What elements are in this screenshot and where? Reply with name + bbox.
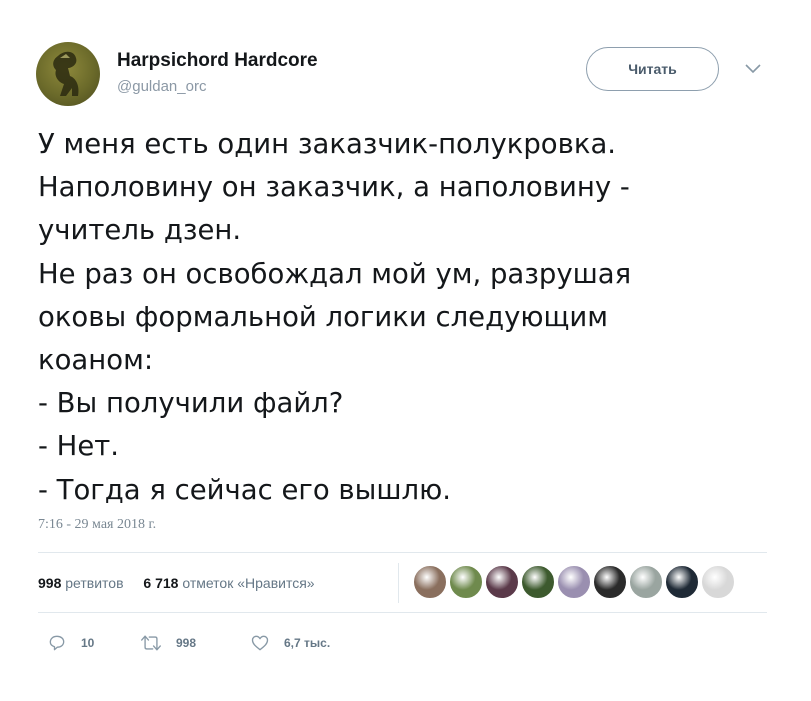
retweet-count: 998	[176, 636, 197, 650]
reply-icon	[49, 635, 65, 651]
liker-avatar[interactable]	[593, 565, 627, 599]
reply-count: 10	[81, 636, 95, 650]
author-handle[interactable]: @guldan_orc	[117, 78, 206, 95]
retweets-stat[interactable]: 998 ретвитов	[38, 575, 124, 591]
liker-avatar[interactable]	[485, 565, 519, 599]
retweets-count: 998	[38, 575, 62, 591]
like-button[interactable]: 6,7 тыс.	[250, 633, 330, 653]
divider-top	[38, 552, 767, 553]
liker-avatar[interactable]	[665, 565, 699, 599]
tweet-text: У меня есть один заказчик-полукровка. На…	[38, 128, 632, 506]
liker-avatar[interactable]	[629, 565, 663, 599]
likes-stat[interactable]: 6 718 отметок «Нравится»	[143, 575, 314, 591]
liker-avatar[interactable]	[449, 565, 483, 599]
like-count: 6,7 тыс.	[284, 636, 331, 650]
liker-avatar[interactable]	[557, 565, 591, 599]
retweets-label: ретвитов	[65, 575, 124, 591]
tweet-timestamp[interactable]: 7:16 - 29 мая 2018 г.	[38, 517, 156, 533]
chevron-down-icon[interactable]	[744, 62, 762, 76]
reply-button[interactable]: 10	[47, 633, 94, 653]
liker-avatars	[413, 565, 737, 599]
tweet-stats: 998 ретвитов 6 718 отметок «Нравится»	[38, 575, 315, 591]
tweet-card: Harpsichord Hardcore @guldan_orc Читать …	[0, 0, 811, 701]
likes-label: отметок «Нравится»	[182, 575, 315, 591]
orc-avatar-icon	[53, 51, 79, 96]
stats-divider	[398, 563, 399, 603]
likes-count: 6 718	[143, 575, 179, 591]
liker-avatar[interactable]	[521, 565, 555, 599]
follow-button[interactable]: Читать	[586, 47, 719, 91]
divider-bottom	[38, 612, 767, 613]
liker-avatar[interactable]	[701, 565, 735, 599]
heart-icon	[251, 635, 269, 651]
liker-avatar[interactable]	[413, 565, 447, 599]
retweet-button[interactable]: 998	[140, 633, 196, 653]
author-display-name[interactable]: Harpsichord Hardcore	[117, 50, 318, 72]
retweet-icon	[141, 635, 161, 651]
author-avatar[interactable]	[36, 42, 100, 106]
